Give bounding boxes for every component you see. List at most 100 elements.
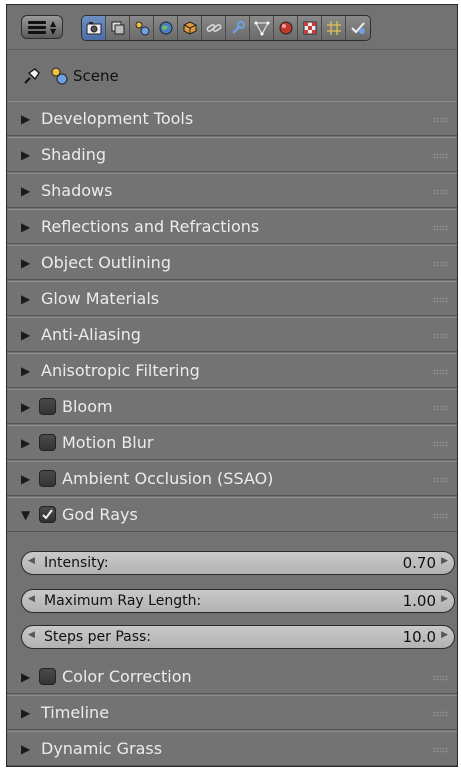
decrement-arrow-icon[interactable]: ◀ [28, 594, 35, 604]
collapsed-triangle-icon[interactable]: ▶ [21, 436, 35, 450]
tab-scene[interactable] [130, 16, 154, 40]
tab-world[interactable] [154, 16, 178, 40]
collapsed-triangle-icon[interactable]: ▶ [21, 706, 35, 720]
drag-grip-icon[interactable] [433, 405, 449, 411]
camera-icon [86, 22, 101, 35]
panel-title: Timeline [41, 703, 110, 722]
collapsed-triangle-icon[interactable]: ▶ [21, 400, 35, 414]
drag-grip-icon[interactable] [433, 117, 449, 123]
panel-title: Bloom [62, 397, 113, 416]
collapsed-triangle-icon[interactable]: ▶ [21, 670, 35, 684]
pin-icon[interactable] [21, 65, 43, 87]
editor-type-menu-button[interactable]: ▲ ▼ [21, 15, 63, 39]
drag-grip-icon[interactable] [433, 675, 449, 681]
checker-texture-icon [303, 21, 316, 35]
tab-texture[interactable] [298, 16, 322, 40]
collapsed-triangle-icon[interactable]: ▶ [21, 112, 35, 126]
collapsed-triangle-icon[interactable]: ▶ [21, 742, 35, 756]
panel-ambient-occlusion-ssao[interactable]: ▶ Ambient Occlusion (SSAO) [7, 461, 457, 496]
panel-shading[interactable]: ▶ Shading [7, 137, 457, 172]
panel-bloom[interactable]: ▶ Bloom [7, 389, 457, 424]
panel-enable-checkbox[interactable] [39, 470, 56, 487]
drag-grip-icon[interactable] [433, 153, 449, 159]
panel-development-tools[interactable]: ▶ Development Tools [7, 101, 457, 136]
collapsed-triangle-icon[interactable]: ▶ [21, 472, 35, 486]
collapsed-triangle-icon[interactable]: ▶ [21, 328, 35, 342]
steps-per-pass-slider[interactable]: ◀ Steps per Pass: 10.0 ▶ [21, 625, 455, 649]
max-ray-length-slider[interactable]: ◀ Maximum Ray Length: 1.00 ▶ [21, 589, 455, 613]
panel-title: God Rays [62, 505, 138, 524]
drag-grip-icon[interactable] [433, 297, 449, 303]
world-icon [159, 21, 172, 35]
drag-grip-icon[interactable] [433, 441, 449, 447]
panel-enable-checkbox[interactable] [39, 434, 56, 451]
increment-arrow-icon[interactable]: ▶ [441, 594, 448, 604]
panel-god-rays[interactable]: ▼ God Rays [7, 497, 457, 532]
collapsed-triangle-icon[interactable]: ▶ [21, 184, 35, 198]
panel-object-outlining[interactable]: ▶ Object Outlining [7, 245, 457, 280]
collapsed-triangle-icon[interactable]: ▶ [21, 364, 35, 378]
drag-grip-icon[interactable] [433, 477, 449, 483]
drag-grip-icon[interactable] [433, 747, 449, 753]
panel-enable-checkbox[interactable] [39, 398, 56, 415]
tab-render-layers[interactable] [106, 16, 130, 40]
drag-grip-icon[interactable] [433, 225, 449, 231]
panel-glow-materials[interactable]: ▶ Glow Materials [7, 281, 457, 316]
max-ray-length-value: 1.00 [402, 592, 436, 610]
panel-title: Shading [41, 145, 106, 164]
intensity-slider[interactable]: ◀ Intensity: 0.70 ▶ [21, 551, 455, 575]
panel-title: Dynamic Grass [41, 739, 163, 758]
panel-motion-blur[interactable]: ▶ Motion Blur [7, 425, 457, 460]
drag-grip-icon[interactable] [433, 711, 449, 717]
decrement-arrow-icon[interactable]: ◀ [28, 630, 35, 640]
collapsed-triangle-icon[interactable]: ▶ [21, 256, 35, 270]
drag-grip-icon[interactable] [433, 261, 449, 267]
intensity-value: 0.70 [402, 554, 436, 572]
panel-title: Anisotropic Filtering [41, 361, 200, 380]
scene-label: Scene [73, 67, 119, 85]
chain-link-icon [206, 24, 221, 32]
panel-title: Shadows [41, 181, 113, 200]
tab-data[interactable] [250, 16, 274, 40]
panel-anti-aliasing[interactable]: ▶ Anti-Aliasing [7, 317, 457, 352]
drag-grip-icon[interactable] [433, 513, 449, 519]
collapsed-triangle-icon[interactable]: ▶ [21, 148, 35, 162]
material-sphere-icon [279, 21, 292, 35]
max-ray-length-label: Maximum Ray Length: [44, 593, 202, 609]
panel-title: Anti-Aliasing [41, 325, 141, 344]
drag-grip-icon[interactable] [433, 333, 449, 339]
tab-render[interactable] [82, 16, 106, 40]
panel-dynamic-grass[interactable]: ▶ Dynamic Grass [7, 731, 457, 766]
god-rays-properties: ◀ Intensity: 0.70 ▶ ◀ Maximum Ray Length… [7, 545, 457, 665]
increment-arrow-icon[interactable]: ▶ [441, 630, 448, 640]
particles-icon [326, 21, 341, 35]
updown-arrows-icon: ▲ ▼ [50, 19, 57, 36]
tab-material[interactable] [274, 16, 298, 40]
panel-timeline[interactable]: ▶ Timeline [7, 695, 457, 730]
tab-object[interactable] [178, 16, 202, 40]
context-path: Scene [7, 53, 457, 99]
panel-title: Glow Materials [41, 289, 160, 308]
panel-anisotropic-filtering[interactable]: ▶ Anisotropic Filtering [7, 353, 457, 388]
increment-arrow-icon[interactable]: ▶ [441, 556, 448, 566]
render-layers-icon [111, 21, 124, 35]
drag-grip-icon[interactable] [433, 189, 449, 195]
steps-per-pass-value: 10.0 [402, 628, 436, 646]
panel-title: Color Correction [62, 667, 192, 686]
tab-particles[interactable] [322, 16, 346, 40]
decrement-arrow-icon[interactable]: ◀ [28, 556, 35, 566]
physics-icon [351, 22, 365, 34]
panel-title: Development Tools [41, 109, 194, 128]
collapsed-triangle-icon[interactable]: ▶ [21, 292, 35, 306]
panel-enable-checkbox[interactable] [39, 668, 56, 685]
expanded-triangle-icon[interactable]: ▼ [21, 508, 35, 522]
tab-physics[interactable] [346, 16, 370, 40]
collapsed-triangle-icon[interactable]: ▶ [21, 220, 35, 234]
wrench-icon [231, 21, 245, 34]
panel-reflections-and-refractions[interactable]: ▶ Reflections and Refractions [7, 209, 457, 244]
panel-enable-checkbox[interactable] [39, 506, 56, 523]
panel-shadows[interactable]: ▶ Shadows [7, 173, 457, 208]
tab-constraints[interactable] [202, 16, 226, 40]
drag-grip-icon[interactable] [433, 369, 449, 375]
tab-modifiers[interactable] [226, 16, 250, 40]
